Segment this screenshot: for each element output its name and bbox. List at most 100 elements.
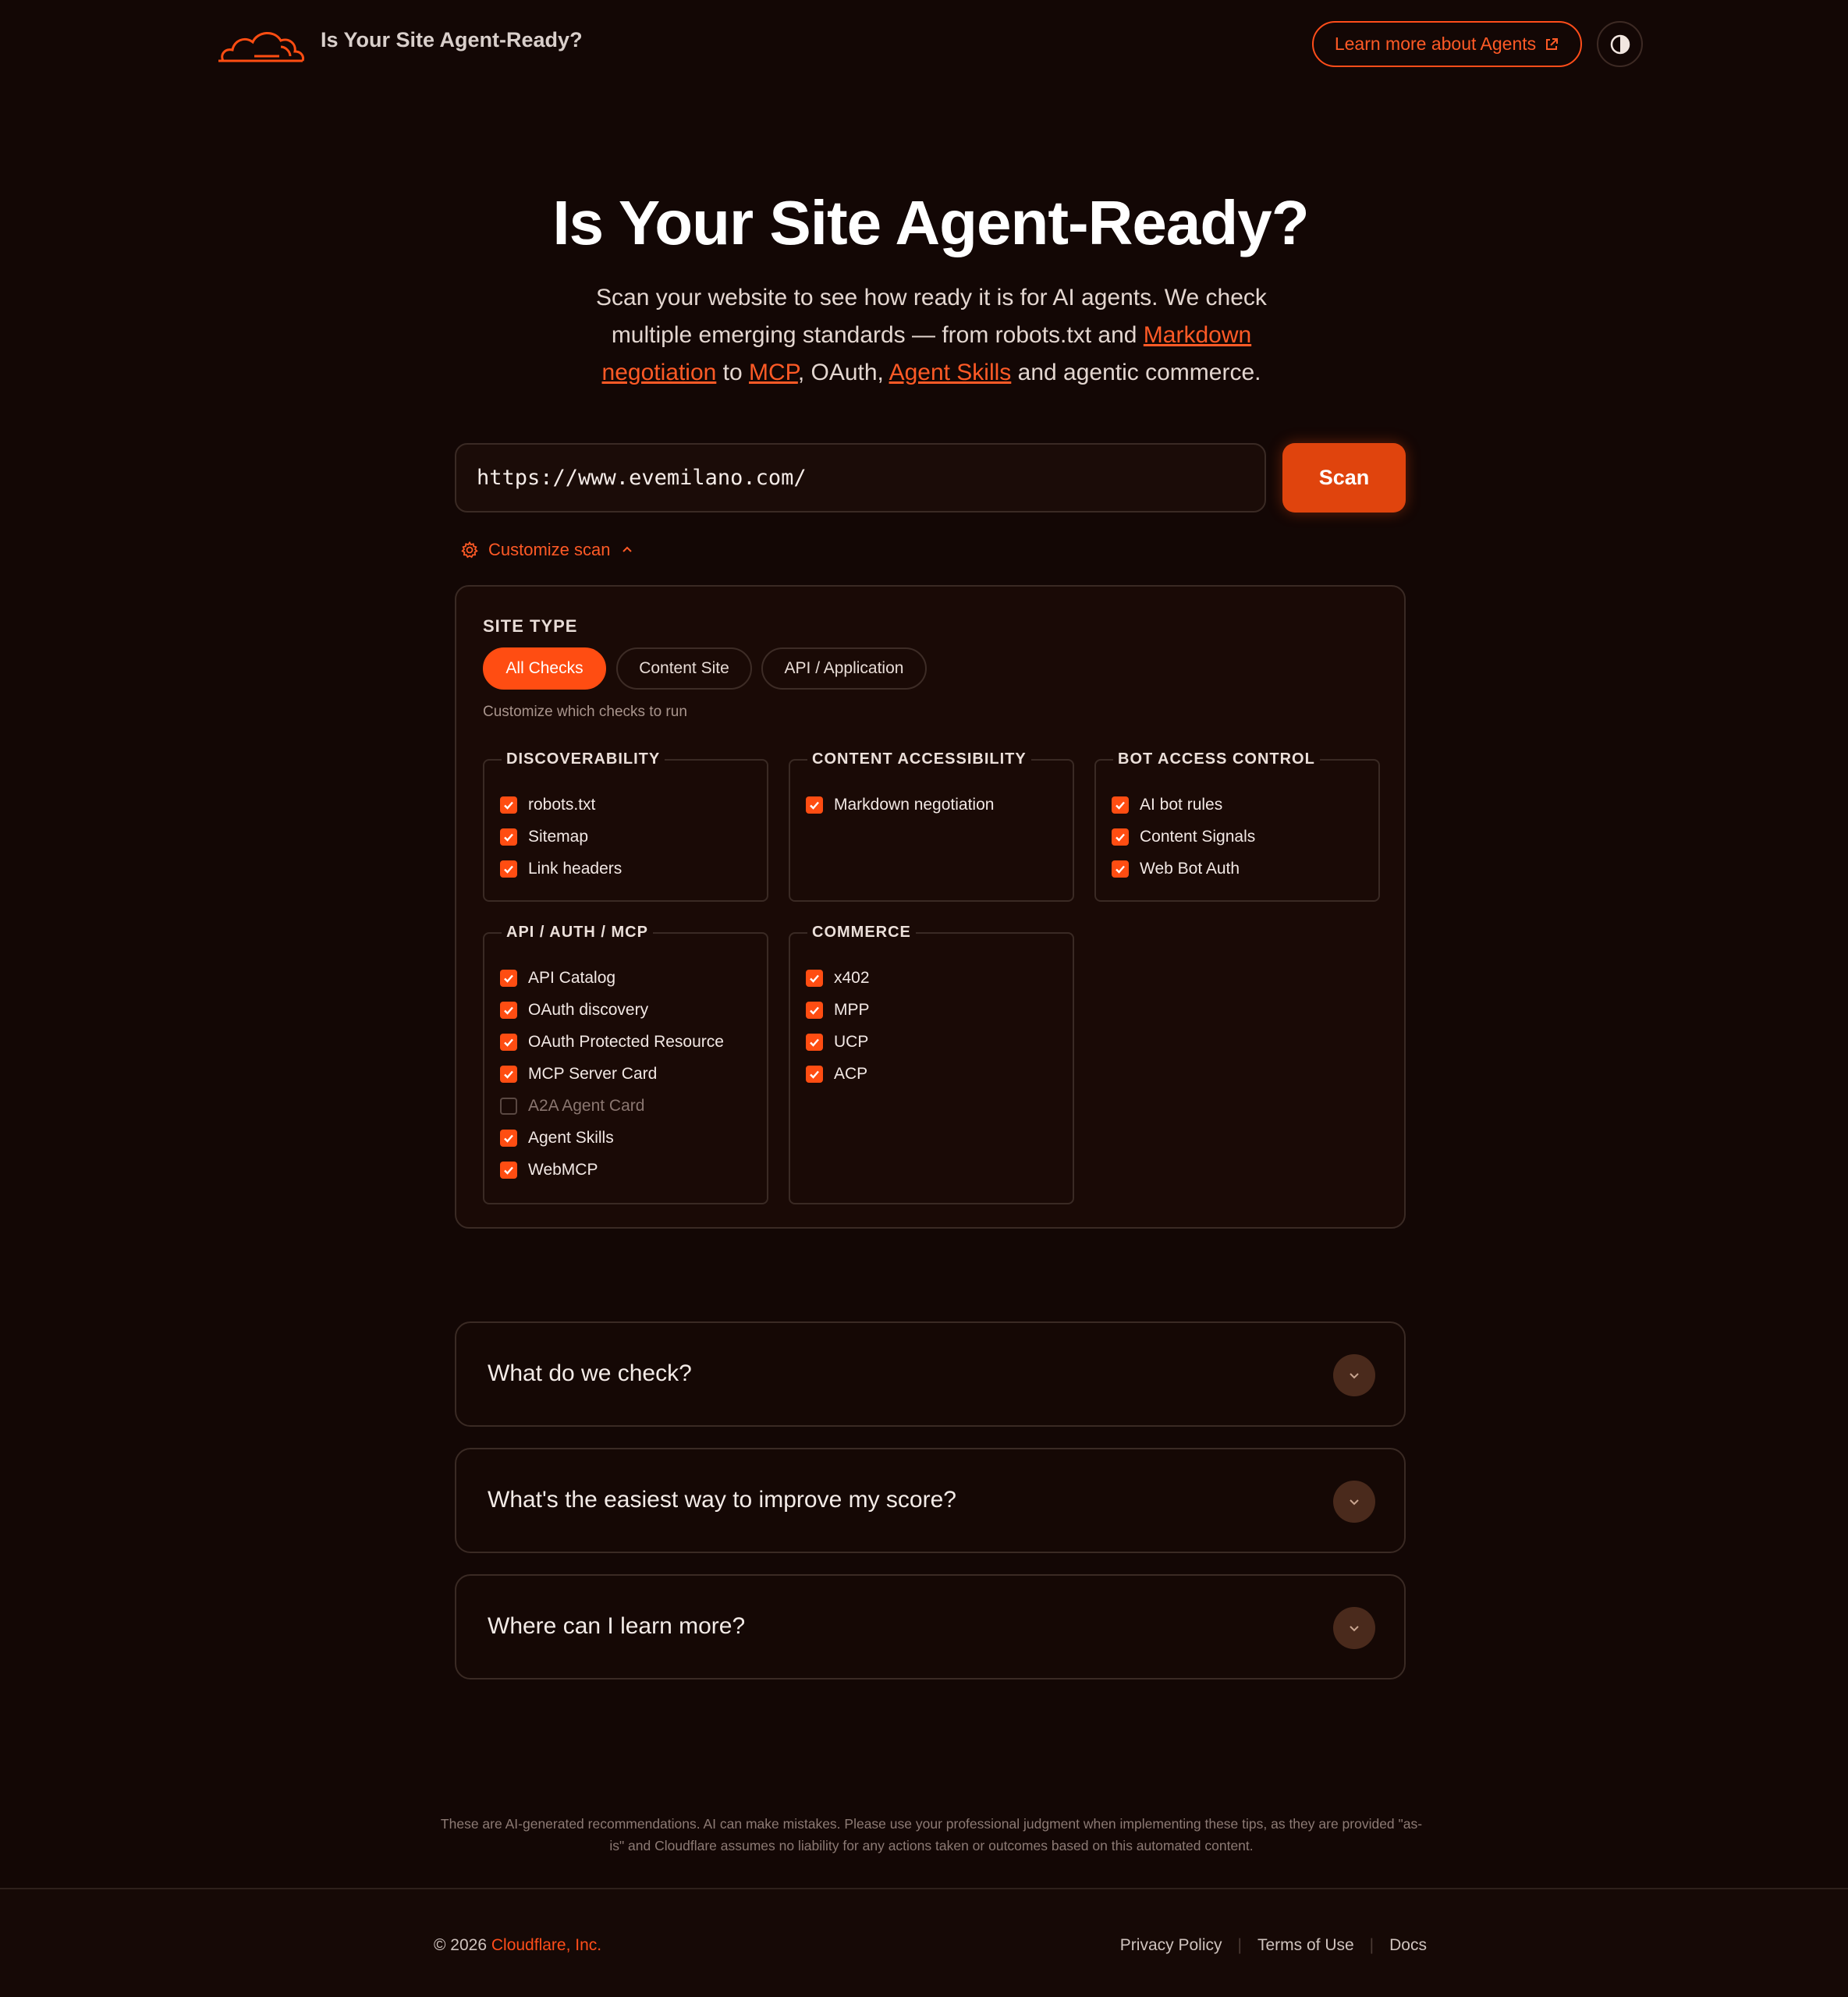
- checkbox-oauth-discovery[interactable]: OAuth discovery: [500, 998, 648, 1022]
- checkbox-checked-icon: [1112, 828, 1129, 846]
- faq-item-what-we-check[interactable]: What do we check?: [455, 1321, 1406, 1427]
- checkbox-checked-icon: [500, 796, 517, 814]
- group-title: API / AUTH / MCP: [506, 924, 648, 941]
- checkbox-checked-icon: [806, 796, 823, 814]
- checkbox-label: Web Bot Auth: [1140, 860, 1240, 878]
- faq-item-learn-more[interactable]: Where can I learn more?: [455, 1574, 1406, 1680]
- hero-description: Scan your website to see how ready it is…: [580, 279, 1282, 392]
- cloud-icon[interactable]: [215, 20, 306, 66]
- checkbox-sitemap[interactable]: Sitemap: [500, 825, 588, 849]
- group-commerce: COMMERCE x402 MPP UCP ACP: [789, 924, 1074, 1204]
- checkbox-label: ACP: [834, 1065, 868, 1083]
- checkbox-label: robots.txt: [528, 796, 596, 814]
- checkbox-label: UCP: [834, 1033, 869, 1051]
- terms-of-use-link[interactable]: Terms of Use: [1257, 1936, 1354, 1955]
- checkbox-a2a-agent-card[interactable]: A2A Agent Card: [500, 1094, 644, 1118]
- checkbox-label: MPP: [834, 1001, 870, 1019]
- group-content-accessibility: CONTENT ACCESSIBILITY Markdown negotiati…: [789, 750, 1074, 902]
- faq-question: What do we check?: [488, 1360, 692, 1386]
- checkbox-label: AI bot rules: [1140, 796, 1223, 814]
- mcp-link[interactable]: MCP: [749, 360, 798, 385]
- checkbox-mpp[interactable]: MPP: [806, 998, 870, 1022]
- pill-api-application[interactable]: API / Application: [761, 647, 927, 690]
- checkbox-checked-icon: [500, 1162, 517, 1179]
- checkbox-content-signals[interactable]: Content Signals: [1112, 825, 1255, 849]
- checkbox-checked-icon: [500, 1034, 517, 1051]
- checkbox-oauth-protected-resource[interactable]: OAuth Protected Resource: [500, 1030, 724, 1054]
- chevron-down-icon[interactable]: [1333, 1354, 1375, 1396]
- checkbox-label: Markdown negotiation: [834, 796, 995, 814]
- checkbox-agent-skills[interactable]: Agent Skills: [500, 1126, 614, 1150]
- group-title: DISCOVERABILITY: [506, 750, 661, 768]
- checkbox-unchecked-icon: [500, 1098, 517, 1115]
- group-title: CONTENT ACCESSIBILITY: [812, 750, 1027, 768]
- faq-question: Where can I learn more?: [488, 1613, 746, 1639]
- docs-link[interactable]: Docs: [1389, 1936, 1427, 1955]
- divider: |: [1237, 1936, 1242, 1954]
- checkbox-x402[interactable]: x402: [806, 967, 870, 990]
- hero-text-4: and agentic commerce.: [1011, 360, 1261, 385]
- checkbox-checked-icon: [1112, 796, 1129, 814]
- pill-all-checks[interactable]: All Checks: [483, 647, 606, 690]
- checkbox-web-bot-auth[interactable]: Web Bot Auth: [1112, 857, 1240, 881]
- agent-skills-link[interactable]: Agent Skills: [889, 360, 1012, 385]
- chevron-up-icon: [622, 546, 632, 552]
- gear-icon: [461, 541, 478, 559]
- checkbox-label: Content Signals: [1140, 828, 1256, 846]
- checkbox-checked-icon: [500, 970, 517, 987]
- brand-title[interactable]: Is Your Site Agent-Ready?: [321, 28, 583, 52]
- checkbox-robots-txt[interactable]: robots.txt: [500, 793, 595, 817]
- learn-more-button[interactable]: Learn more about Agents: [1312, 21, 1582, 67]
- checkbox-label: Sitemap: [528, 828, 589, 846]
- hero-text-2: to: [716, 360, 750, 385]
- group-title: BOT ACCESS CONTROL: [1118, 750, 1315, 768]
- checkbox-mcp-server-card[interactable]: MCP Server Card: [500, 1062, 657, 1086]
- checkbox-checked-icon: [806, 1066, 823, 1083]
- theme-toggle-button[interactable]: [1597, 21, 1643, 67]
- copyright-prefix: © 2026: [434, 1936, 491, 1954]
- customize-scan-toggle[interactable]: Customize scan: [460, 538, 634, 562]
- checkbox-checked-icon: [500, 1002, 517, 1019]
- checkbox-api-catalog[interactable]: API Catalog: [500, 967, 615, 990]
- checkbox-checked-icon: [500, 828, 517, 846]
- faq-item-improve-score[interactable]: What's the easiest way to improve my sco…: [455, 1448, 1406, 1553]
- checkbox-label: Link headers: [528, 860, 623, 878]
- chevron-down-icon[interactable]: [1333, 1481, 1375, 1523]
- checkbox-webmcp[interactable]: WebMCP: [500, 1158, 598, 1182]
- contrast-icon: [1610, 34, 1630, 54]
- checkbox-acp[interactable]: ACP: [806, 1062, 867, 1086]
- checkbox-ai-bot-rules[interactable]: AI bot rules: [1112, 793, 1222, 817]
- checkbox-checked-icon: [806, 970, 823, 987]
- customize-hint: Customize which checks to run: [483, 704, 687, 720]
- checkbox-markdown-negotiation[interactable]: Markdown negotiation: [806, 793, 994, 817]
- page-title: Is Your Site Agent-Ready?: [552, 188, 1309, 257]
- site-footer: © 2026 Cloudflare, Inc. Privacy Policy |…: [0, 1888, 1848, 1997]
- checkbox-label: A2A Agent Card: [528, 1097, 645, 1115]
- checkbox-checked-icon: [500, 1066, 517, 1083]
- external-link-icon: [1546, 37, 1559, 50]
- checkbox-ucp[interactable]: UCP: [806, 1030, 868, 1054]
- privacy-policy-link[interactable]: Privacy Policy: [1120, 1936, 1222, 1955]
- learn-more-label: Learn more about Agents: [1334, 34, 1537, 54]
- customize-scan-label: Customize scan: [488, 540, 611, 559]
- ai-disclaimer: These are AI-generated recommendations. …: [440, 1816, 1423, 1853]
- copyright: © 2026 Cloudflare, Inc.: [434, 1936, 601, 1955]
- checkbox-link-headers[interactable]: Link headers: [500, 857, 622, 881]
- scan-button[interactable]: Scan: [1282, 443, 1406, 513]
- checkbox-checked-icon: [500, 1130, 517, 1147]
- checkbox-checked-icon: [806, 1034, 823, 1051]
- group-bot-access-control: BOT ACCESS CONTROL AI bot rules Content …: [1094, 750, 1380, 902]
- checkbox-label: API Catalog: [528, 969, 616, 987]
- divider: |: [1369, 1936, 1374, 1954]
- url-input[interactable]: [455, 443, 1266, 513]
- footer-links: Privacy Policy | Terms of Use | Docs: [1120, 1936, 1427, 1955]
- checkbox-label: OAuth Protected Resource: [528, 1033, 724, 1051]
- chevron-down-icon[interactable]: [1333, 1607, 1375, 1649]
- group-discoverability: DISCOVERABILITY robots.txt Sitemap Link …: [483, 750, 768, 902]
- site-type-label: SITE TYPE: [483, 616, 578, 636]
- pill-content-site[interactable]: Content Site: [616, 647, 752, 690]
- group-api-auth-mcp: API / AUTH / MCP API Catalog OAuth disco…: [483, 924, 768, 1204]
- faq-question: What's the easiest way to improve my sco…: [488, 1487, 956, 1513]
- group-title: COMMERCE: [812, 924, 911, 941]
- company-link[interactable]: Cloudflare, Inc.: [491, 1936, 601, 1954]
